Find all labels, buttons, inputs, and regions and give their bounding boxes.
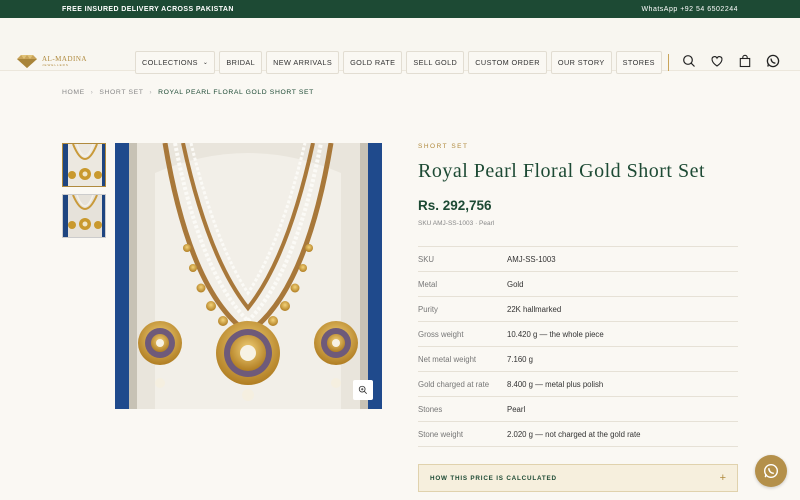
whatsapp-icon[interactable] [766, 54, 780, 68]
nav-item-label: SELL GOLD [413, 58, 458, 67]
product-category: SHORT SET [418, 143, 469, 150]
spec-label: SKU [418, 254, 435, 264]
product-sku-line: SKU AMJ-SS-1003 · Pearl [418, 220, 495, 227]
spec-row: Metal Gold [418, 272, 738, 297]
product-specs-table: SKU AMJ-SS-1003 Metal Gold Purity 22K hallm… [418, 246, 738, 447]
spec-value: Gold [507, 279, 524, 289]
nav-item-our-story[interactable]: OUR STORY [550, 51, 612, 74]
logo-subtitle: JEWELLERS [42, 63, 69, 67]
spec-row: Net metal weight 7.160 g [418, 347, 738, 372]
price-calculation-accordion[interactable]: HOW THIS PRICE IS CALCULATED + [418, 464, 738, 492]
spec-label: Net metal weight [418, 354, 477, 364]
whatsapp-icon [763, 463, 779, 479]
nav-item-gold-rate[interactable]: GOLD RATE [343, 51, 403, 74]
nav-item-label: OUR STORY [557, 58, 605, 67]
spec-label: Gross weight [418, 329, 464, 339]
zoom-in-icon [358, 385, 368, 395]
spec-row: Gold charged at rate 8.400 g — metal plus… [418, 372, 738, 397]
nav-item-label: CUSTOM ORDER [475, 58, 540, 67]
chevron-right-icon: › [90, 89, 94, 96]
spec-row: Stones Pearl [418, 397, 738, 422]
thumbnail-image [63, 144, 105, 186]
chevron-right-icon: › [149, 89, 153, 96]
header-actions [682, 54, 780, 68]
whatsapp-contact-link[interactable]: WhatsApp +92 54 6502244 [641, 6, 738, 13]
necklace-image [115, 143, 382, 409]
product-main-image[interactable] [115, 143, 382, 409]
spec-label: Stones [418, 404, 443, 414]
breadcrumb-home[interactable]: HOME [62, 89, 85, 96]
spec-value: 22K hallmarked [507, 304, 562, 314]
main-nav: COLLECTIONS ⌄ BRIDAL NEW ARRIVALS GOLD RA… [135, 51, 662, 74]
product-thumbnail-1[interactable] [62, 143, 106, 187]
bag-icon[interactable] [738, 54, 752, 68]
spec-row: SKU AMJ-SS-1003 [418, 247, 738, 272]
breadcrumb: HOME › SHORT SET › ROYAL PEARL FLORAL GO… [62, 89, 314, 96]
product-title: Royal Pearl Floral Gold Short Set [418, 160, 706, 182]
site-header: AL-MADINA JEWELLERS COLLECTIONS ⌄ BRIDAL … [0, 18, 800, 74]
nav-item-label: BRIDAL [226, 58, 256, 67]
announcement-bar: FREE INSURED DELIVERY ACROSS PAKISTAN Wh… [0, 0, 800, 18]
spec-label: Stone weight [418, 429, 464, 439]
nav-item-new-arrivals[interactable]: NEW ARRIVALS [266, 51, 340, 74]
spec-value: 2.020 g — not charged at the gold rate [507, 429, 641, 439]
spec-label: Metal [418, 279, 438, 289]
nav-item-label: COLLECTIONS [142, 58, 198, 67]
diamond-icon [17, 55, 37, 68]
nav-item-sell-gold[interactable]: SELL GOLD [406, 51, 465, 74]
nav-item-bridal[interactable]: BRIDAL [219, 51, 263, 74]
spec-value: 10.420 g — the whole piece [507, 329, 604, 339]
delivery-notice: FREE INSURED DELIVERY ACROSS PAKISTAN [62, 5, 234, 13]
heart-icon[interactable] [710, 54, 724, 68]
logo-name: AL-MADINA [42, 55, 87, 63]
nav-item-stores[interactable]: STORES [615, 51, 662, 74]
spec-label: Purity [418, 304, 438, 314]
product-thumbnail-2[interactable] [62, 194, 106, 238]
spec-value: AMJ-SS-1003 [507, 254, 556, 264]
nav-item-collections[interactable]: COLLECTIONS ⌄ [135, 51, 216, 74]
nav-item-label: NEW ARRIVALS [273, 58, 333, 67]
whatsapp-chat-button[interactable] [755, 455, 787, 487]
site-logo[interactable]: AL-MADINA JEWELLERS [17, 55, 87, 68]
nav-item-custom-order[interactable]: CUSTOM ORDER [468, 51, 547, 74]
breadcrumb-current: ROYAL PEARL FLORAL GOLD SHORT SET [158, 89, 314, 96]
search-icon[interactable] [682, 54, 696, 68]
header-divider [668, 54, 669, 71]
product-price: Rs. 292,756 [418, 198, 492, 213]
spec-value: Pearl [507, 404, 526, 414]
spec-row: Purity 22K hallmarked [418, 297, 738, 322]
nav-item-label: STORES [622, 58, 655, 67]
plus-icon: + [719, 472, 726, 484]
thumbnail-image [63, 195, 105, 237]
breadcrumb-category[interactable]: SHORT SET [99, 89, 143, 96]
chevron-down-icon: ⌄ [202, 60, 209, 66]
spec-row: Gross weight 10.420 g — the whole piece [418, 322, 738, 347]
zoom-button[interactable] [353, 380, 373, 400]
spec-row: Stone weight 2.020 g — not charged at the… [418, 422, 738, 447]
accordion-label: HOW THIS PRICE IS CALCULATED [430, 474, 557, 482]
spec-label: Gold charged at rate [418, 379, 490, 389]
spec-value: 7.160 g [507, 354, 534, 364]
spec-value: 8.400 g — metal plus polish [507, 379, 604, 389]
nav-item-label: GOLD RATE [350, 58, 396, 67]
